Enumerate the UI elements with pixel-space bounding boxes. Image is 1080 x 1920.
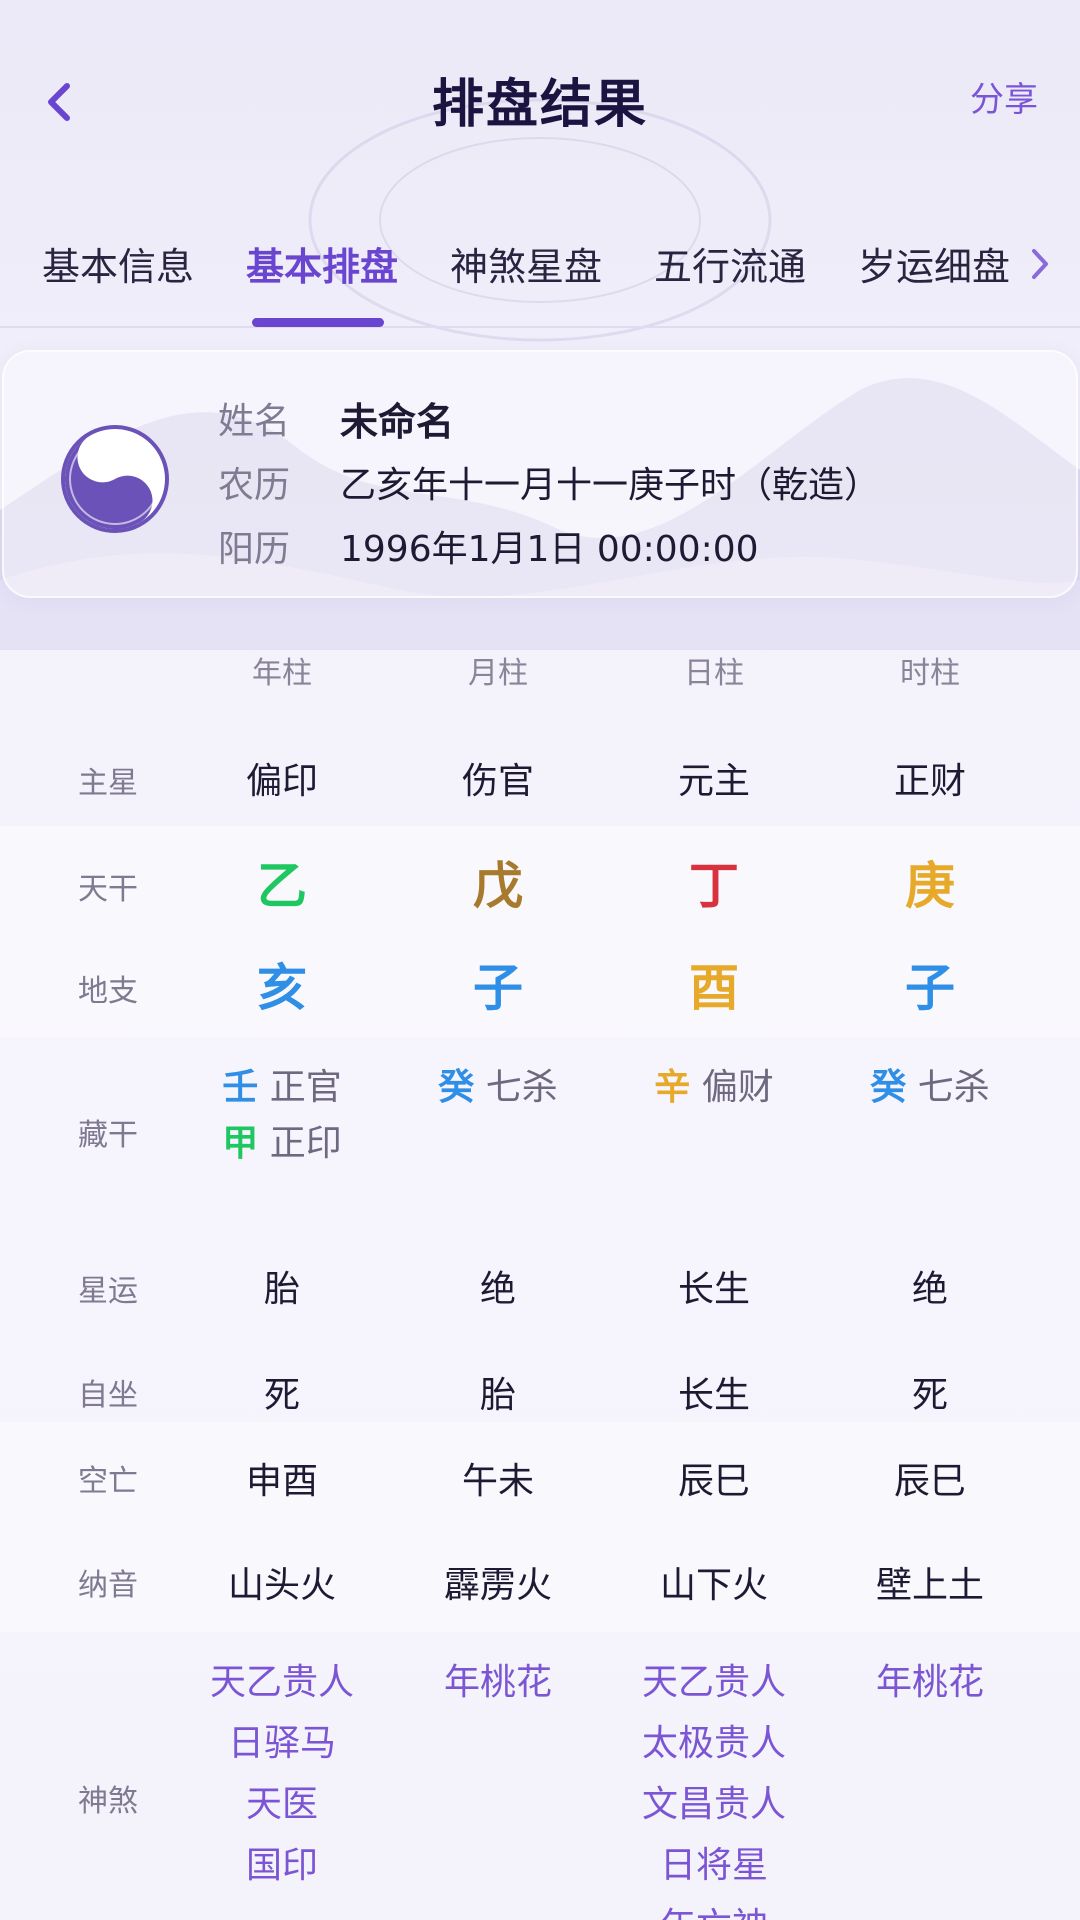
hidden-stem-char: 辛 (654, 1067, 691, 1108)
shensha-item[interactable]: 日将星 (606, 1835, 822, 1896)
row-main-star: 主星 偏印 伤官 元主 正财 (0, 722, 1080, 826)
shensha-item[interactable]: 年亡神 (606, 1896, 822, 1920)
row-nayin: 纳音 山头火 霹雳火 山下火 壁上土 (0, 1526, 1080, 1632)
hidden-stem-name: 偏财 (701, 1067, 774, 1108)
shensha-item[interactable]: 太极贵人 (606, 1713, 822, 1774)
hidden-stem-name: 七杀 (485, 1067, 558, 1108)
row-star-fortune: 星运 胎 绝 长生 绝 (0, 1232, 1080, 1338)
self-seat-cell: 死 (263, 1375, 300, 1416)
main-star-cell: 偏印 (245, 761, 318, 802)
shensha-item[interactable]: 天乙贵人 (606, 1652, 822, 1713)
tab-bar: 基本信息 基本排盘 神煞星盘 五行流通 岁运细盘 (0, 218, 1080, 328)
row-earthly-branch: 地支 亥 子 酉 子 (0, 932, 1080, 1038)
hidden-stems-cell: 壬 正官 甲 正印 (174, 1060, 390, 1172)
hidden-stems-cell: 癸 七杀 (390, 1060, 606, 1116)
void-cell: 辰巳 (677, 1461, 750, 1502)
heavenly-stem-cell: 庚 (905, 857, 955, 915)
hidden-stems-cell: 癸 七杀 (822, 1060, 1038, 1116)
name-label: 姓名 (218, 401, 291, 442)
solar-label: 阳历 (218, 529, 291, 570)
share-button[interactable]: 分享 (970, 72, 1038, 121)
void-cell: 午未 (461, 1461, 534, 1502)
hidden-stems-cell: 辛 偏财 (606, 1060, 822, 1116)
tab-five-elements[interactable]: 五行流通 (654, 236, 806, 291)
nayin-cell: 壁上土 (875, 1565, 984, 1606)
row-shensha: 神煞 天乙贵人 日驿马 天医 国印 年桃花 天乙贵人 太极贵人 文昌贵人 日将星… (0, 1632, 1080, 1920)
hidden-stem-name: 正印 (269, 1123, 342, 1164)
heavenly-stem-cell: 丁 (689, 857, 739, 915)
shensha-item[interactable]: 文昌贵人 (606, 1774, 822, 1835)
column-header-day: 日柱 (684, 656, 744, 691)
shensha-item[interactable]: 年桃花 (390, 1652, 606, 1713)
lunar-label: 农历 (218, 465, 291, 506)
hidden-stem-char: 癸 (438, 1067, 475, 1108)
void-cell: 辰巳 (893, 1461, 966, 1502)
hidden-stem-char: 甲 (222, 1123, 259, 1164)
star-fortune-cell: 绝 (911, 1269, 948, 1310)
yin-yang-icon (61, 425, 169, 533)
lunar-value: 乙亥年十一月十一庚子时（乾造） (340, 465, 881, 506)
hidden-stem-name: 七杀 (917, 1067, 990, 1108)
lunar-row: 农历 乙亥年十一月十一庚子时（乾造） (218, 454, 880, 510)
earthly-branch-cell: 子 (905, 959, 955, 1017)
tab-shensha-chart[interactable]: 神煞星盘 (450, 236, 602, 291)
void-cell: 申酉 (245, 1461, 318, 1502)
heavenly-stem-cell: 戊 (473, 857, 523, 915)
tab-basic-chart[interactable]: 基本排盘 (246, 236, 398, 291)
earthly-branch-cell: 子 (473, 959, 523, 1017)
solar-row: 阳历 1996年1月1日 00:00:00 (218, 518, 759, 574)
tab-fortune-detail[interactable]: 岁运细盘 (858, 236, 1010, 291)
self-seat-cell: 长生 (677, 1375, 750, 1416)
column-header-year: 年柱 (252, 656, 312, 691)
main-star-cell: 元主 (677, 761, 750, 802)
row-void: 空亡 申酉 午未 辰巳 辰巳 (0, 1422, 1080, 1526)
shensha-item[interactable]: 天乙贵人 (174, 1652, 390, 1713)
tabs-scroll-right-button[interactable] (1022, 236, 1058, 292)
name-row: 姓名 未命名 (218, 390, 454, 446)
shensha-item[interactable]: 国印 (174, 1835, 390, 1896)
hidden-stem-item: 壬 正官 (174, 1060, 390, 1116)
main-star-cell: 伤官 (461, 761, 534, 802)
shensha-cell: 年桃花 (390, 1652, 606, 1713)
shensha-item[interactable]: 天医 (174, 1774, 390, 1835)
shensha-cell: 天乙贵人 日驿马 天医 国印 (174, 1652, 390, 1896)
column-header-month: 月柱 (468, 656, 528, 691)
hidden-stem-item: 甲 正印 (174, 1116, 390, 1172)
tab-basic-info[interactable]: 基本信息 (42, 236, 194, 291)
earthly-branch-cell: 酉 (689, 959, 739, 1017)
row-hidden-stems: 藏干 壬 正官 甲 正印 癸 七杀 辛 偏财 癸 七杀 (0, 1038, 1080, 1232)
shensha-cell: 天乙贵人 太极贵人 文昌贵人 日将星 年亡神 (606, 1652, 822, 1920)
profile-card: 姓名 未命名 农历 乙亥年十一月十一庚子时（乾造） 阳历 1996年1月1日 0… (2, 350, 1078, 598)
heavenly-stem-cell: 乙 (257, 857, 307, 915)
shensha-item[interactable]: 年桃花 (822, 1652, 1038, 1713)
earthly-branch-cell: 亥 (257, 959, 307, 1017)
page-title: 排盘结果 (431, 75, 648, 135)
hidden-stem-item: 癸 七杀 (822, 1060, 1038, 1116)
self-seat-cell: 死 (911, 1375, 948, 1416)
main-star-cell: 正财 (893, 761, 966, 802)
hidden-stem-item: 辛 偏财 (606, 1060, 822, 1116)
hidden-stem-item: 癸 七杀 (390, 1060, 606, 1116)
self-seat-cell: 胎 (479, 1375, 516, 1416)
shensha-cell: 年桃花 (822, 1652, 1038, 1713)
star-fortune-cell: 绝 (479, 1269, 516, 1310)
hidden-stem-char: 癸 (870, 1067, 907, 1108)
star-fortune-cell: 长生 (677, 1269, 750, 1310)
nayin-cell: 霹雳火 (443, 1565, 552, 1606)
column-header-hour: 时柱 (900, 656, 960, 691)
nayin-cell: 山头火 (227, 1565, 336, 1606)
star-fortune-cell: 胎 (263, 1269, 300, 1310)
nayin-cell: 山下火 (659, 1565, 768, 1606)
top-header: 排盘结果 分享 (0, 0, 1080, 190)
row-heavenly-stem: 天干 乙 戊 丁 庚 (0, 826, 1080, 932)
hidden-stem-name: 正官 (269, 1067, 342, 1108)
name-value: 未命名 (340, 399, 455, 444)
shensha-item[interactable]: 日驿马 (174, 1713, 390, 1774)
row-self-seat: 自坐 死 胎 长生 死 (0, 1338, 1080, 1422)
solar-value: 1996年1月1日 00:00:00 (340, 529, 759, 570)
active-tab-indicator (252, 318, 384, 327)
hidden-stem-char: 壬 (222, 1067, 259, 1108)
chevron-right-icon (1032, 249, 1048, 279)
